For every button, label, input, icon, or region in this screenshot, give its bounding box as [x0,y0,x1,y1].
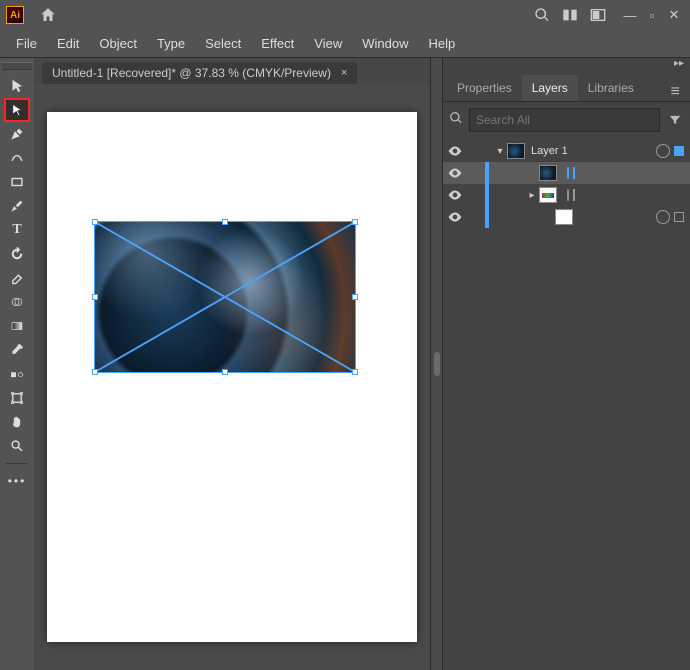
selection-tool[interactable] [4,74,30,98]
tab-libraries[interactable]: Libraries [578,75,644,101]
layer-row[interactable] [443,206,690,228]
window-controls: — ▫ ✕ [620,7,684,23]
panel-collapse-icon[interactable]: ▸▸ [443,58,690,72]
workspace-icon[interactable] [584,1,612,29]
layer-row[interactable]: ▾ Layer 1 [443,140,690,162]
visibility-toggle-icon[interactable] [443,212,467,222]
menu-view[interactable]: View [304,32,352,55]
toolbox-grip[interactable] [2,62,32,70]
arrange-panels-icon[interactable] [556,1,584,29]
layer-list: ▾ Layer 1 ▸ [443,138,690,230]
document-area: Untitled-1 [Recovered]* @ 37.83 % (CMYK/… [34,58,430,670]
close-button[interactable]: ✕ [664,7,684,23]
handle-mr[interactable] [352,294,358,300]
right-panel: ▸▸ Properties Layers Libraries ≡ ▾ Layer … [442,58,690,670]
expand-toggle-icon[interactable]: ▸ [525,190,539,201]
search-icon [449,111,463,130]
rectangle-tool[interactable] [4,170,30,194]
filter-icon[interactable] [666,113,684,127]
selection-indicator [485,162,489,184]
layers-search-input[interactable] [469,108,660,132]
selection-indicator [485,140,489,162]
app-icon: Ai [6,6,24,24]
menu-file[interactable]: File [6,32,47,55]
edit-toolbar-button[interactable]: ••• [4,469,30,493]
zoom-tool[interactable] [4,434,30,458]
expand-toggle-icon[interactable]: ▾ [493,146,507,157]
menu-type[interactable]: Type [147,32,195,55]
document-tab[interactable]: Untitled-1 [Recovered]* @ 37.83 % (CMYK/… [42,62,357,84]
target-icon[interactable] [656,210,670,224]
tab-layers[interactable]: Layers [522,75,578,101]
target-icon[interactable] [567,189,569,201]
handle-tl[interactable] [92,219,98,225]
maximize-button[interactable]: ▫ [642,7,662,23]
layer-thumbnail[interactable] [507,143,525,159]
visibility-toggle-icon[interactable] [443,190,467,200]
selection-square-icon[interactable] [674,212,684,222]
gradient-tool[interactable] [4,314,30,338]
layer-name[interactable] [563,189,684,201]
menu-select[interactable]: Select [195,32,251,55]
panel-collapse-bar[interactable] [430,58,442,670]
layer-row[interactable]: ▸ [443,184,690,206]
panel-tabs: Properties Layers Libraries ≡ [443,72,690,102]
handle-tr[interactable] [352,219,358,225]
eyedropper-tool[interactable] [4,338,30,362]
layer-thumbnail[interactable] [539,165,557,181]
handle-bl[interactable] [92,369,98,375]
search-icon[interactable] [528,1,556,29]
target-icon[interactable] [656,144,670,158]
layers-search-row [443,102,690,138]
menu-window[interactable]: Window [352,32,418,55]
menu-edit[interactable]: Edit [47,32,89,55]
title-bar: Ai — ▫ ✕ [0,0,690,30]
selection-square-icon[interactable] [674,146,684,156]
layer-row[interactable] [443,162,690,184]
handle-bm[interactable] [222,369,228,375]
home-icon[interactable] [34,1,62,29]
rotate-tool[interactable] [4,242,30,266]
layer-name[interactable] [563,167,684,179]
direct-selection-tool[interactable] [4,98,30,122]
handle-br[interactable] [352,369,358,375]
close-tab-icon[interactable]: × [341,67,347,79]
pen-tool[interactable] [4,122,30,146]
artboard-tool[interactable] [4,386,30,410]
eraser-tool[interactable] [4,266,30,290]
paintbrush-tool[interactable] [4,194,30,218]
type-tool[interactable]: T [4,218,30,242]
target-icon[interactable] [567,167,569,179]
selection-indicator [485,206,489,228]
layer-thumbnail[interactable] [539,187,557,203]
menu-bar: File Edit Object Type Select Effect View… [0,30,690,58]
minimize-button[interactable]: — [620,7,640,23]
visibility-toggle-icon[interactable] [443,168,467,178]
selection-square-icon[interactable] [573,167,575,179]
document-tabs: Untitled-1 [Recovered]* @ 37.83 % (CMYK/… [34,58,430,84]
toolbox: T ••• [0,58,34,670]
selection-bounding-box [94,221,356,373]
selection-square-icon[interactable] [573,189,575,201]
placed-image[interactable] [95,222,355,372]
hand-tool[interactable] [4,410,30,434]
blend-tool[interactable] [4,362,30,386]
tab-properties[interactable]: Properties [447,75,522,101]
menu-effect[interactable]: Effect [251,32,304,55]
curvature-tool[interactable] [4,146,30,170]
artboard[interactable] [47,112,417,642]
visibility-toggle-icon[interactable] [443,146,467,156]
handle-tm[interactable] [222,219,228,225]
menu-help[interactable]: Help [418,32,465,55]
layer-name[interactable]: Layer 1 [531,145,652,157]
layer-thumbnail[interactable] [555,209,573,225]
panel-menu-icon[interactable]: ≡ [665,83,686,101]
tool-separator [6,463,28,464]
canvas[interactable] [34,84,430,670]
selection-indicator [485,184,489,206]
menu-object[interactable]: Object [89,32,147,55]
document-tab-title: Untitled-1 [Recovered]* @ 37.83 % (CMYK/… [52,66,331,80]
shape-builder-tool[interactable] [4,290,30,314]
handle-ml[interactable] [92,294,98,300]
